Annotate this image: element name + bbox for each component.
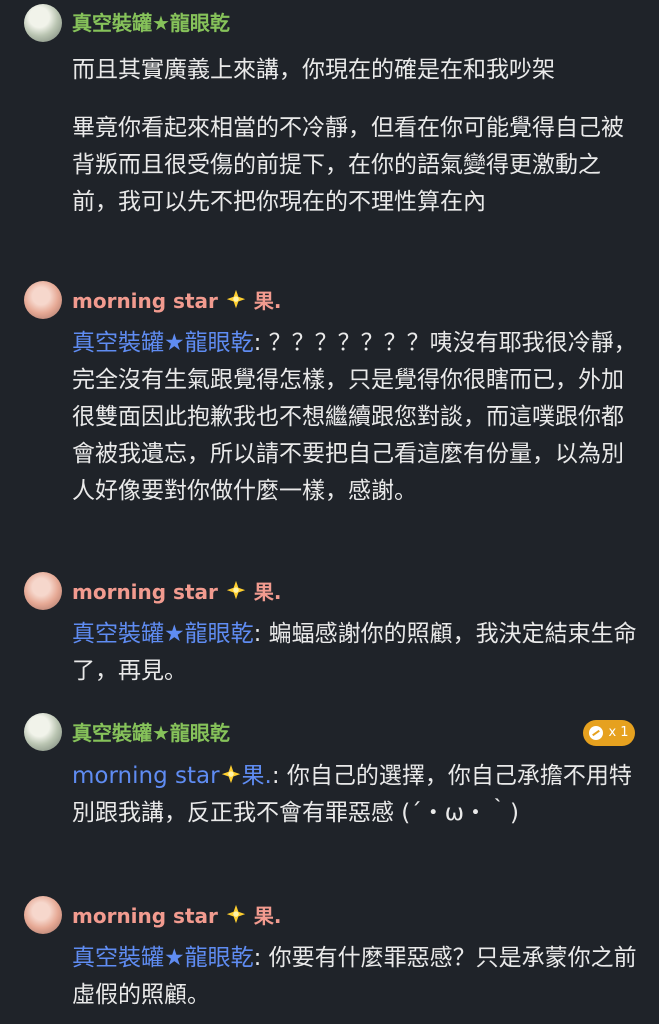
author-suffix: 果. [253,289,282,313]
sparkle-star-icon [226,289,246,309]
sparkle-star-icon [226,580,246,600]
chat-thread: 真空裝罐★龍眼乾 而且其實廣義上來講，你現在的確是在和我吵架 畢竟你看起來相當的… [0,0,659,1024]
mention-link[interactable]: 真空裝罐★龍眼乾 [72,945,254,971]
message-text: 而且其實廣義上來講，你現在的確是在和我吵架 [72,57,555,83]
message-text: 真空裝罐★龍眼乾: 蝙蝠感謝你的照顧，我決定結束生命了，再見。 [72,616,637,690]
avatar[interactable] [24,713,62,751]
avatar[interactable] [24,4,62,42]
mention-link[interactable]: 真空裝罐★龍眼乾 [72,621,254,647]
mention-suffix: 果. [241,763,272,789]
author-name[interactable]: morning star 果. [72,579,281,605]
mention-link[interactable]: morning star 果. [72,763,272,789]
sparkle-star-icon [226,904,246,924]
message-text: morning star 果.: 你自己的選擇，你自己承擔不用特別跟我講，反正我不… [72,758,637,832]
author-name-text: morning star [72,289,218,313]
author-name-text: morning star [72,904,218,928]
message-text: 畢竟你看起來相當的不冷靜，但看在你可能覺得自己被背叛而且很受傷的前提下，在你的語… [72,115,624,215]
message-text: 真空裝罐★龍眼乾: ？？？？？？？咦沒有耶我很冷靜，完全沒有生氣跟覺得怎樣，只是… [72,325,637,510]
author-suffix: 果. [253,580,282,604]
message-content: : ？？？？？？？咦沒有耶我很冷靜，完全沒有生氣跟覺得怎樣，只是覺得你很瞎而已，… [72,330,637,504]
author-name[interactable]: 真空裝罐★龍眼乾 [72,720,230,746]
mention-name: morning star [72,763,220,789]
reaction-badge[interactable]: x 1 [583,720,635,746]
avatar[interactable] [24,896,62,934]
message-text: 真空裝罐★龍眼乾: 你要有什麼罪惡感？只是承蒙你之前虛假的照顧。 [72,940,637,1014]
author-suffix: 果. [253,904,282,928]
mention-link[interactable]: 真空裝罐★龍眼乾 [72,330,254,356]
author-name[interactable]: morning star 果. [72,903,281,929]
sparkle-star-icon [221,764,240,784]
reaction-count: x 1 [608,725,629,740]
author-name[interactable]: 真空裝罐★龍眼乾 [72,10,230,36]
author-name-text: morning star [72,580,218,604]
reaction-icon [589,726,604,740]
avatar[interactable] [24,281,62,319]
avatar[interactable] [24,572,62,610]
author-name[interactable]: morning star 果. [72,288,281,314]
